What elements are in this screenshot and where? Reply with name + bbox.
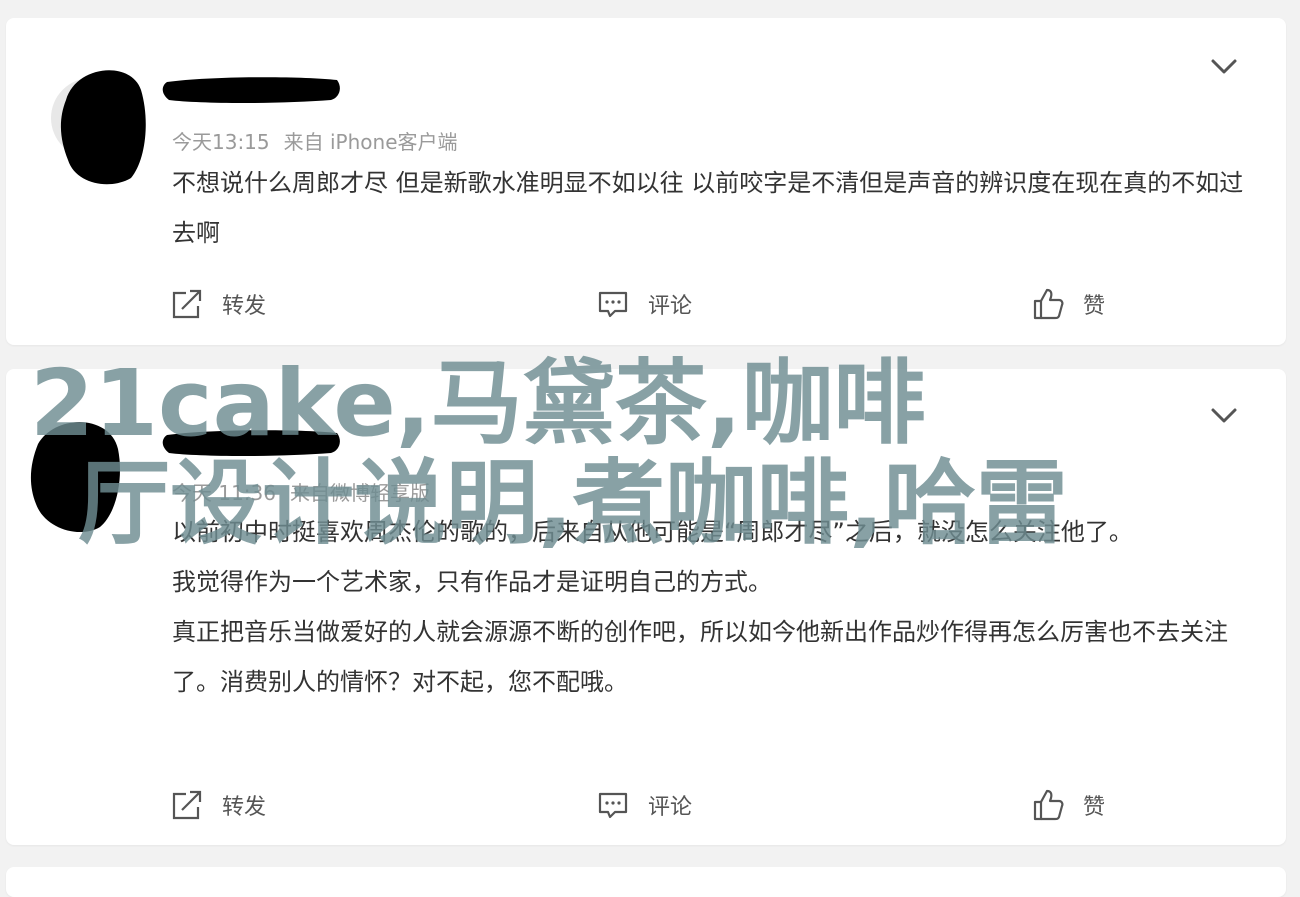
- comment-icon: [598, 792, 628, 819]
- like-button[interactable]: 赞: [1031, 284, 1105, 324]
- avatar[interactable]: [20, 409, 130, 539]
- post-card: [6, 867, 1286, 897]
- post-source: 来自 iPhone客户端: [283, 130, 458, 154]
- post-card: 今天 11:36 来自微博轻享版 以前初中时挺喜欢周杰伦的歌的，后来自从他可能是“…: [6, 369, 1286, 845]
- post-timestamp: 今天 11:36: [172, 481, 276, 505]
- chevron-down-icon[interactable]: [1210, 407, 1238, 425]
- share-button[interactable]: 转发: [170, 785, 266, 825]
- post-paragraph: 以前初中时挺喜欢周杰伦的歌的，后来自从他可能是“周郎才尽”之后，就没怎么关注他了…: [172, 518, 1133, 546]
- post-actions: 转发 评论 赞: [6, 284, 1286, 324]
- username-redacted[interactable]: [161, 427, 343, 457]
- post-paragraph: 不想说什么周郎才尽 但是新歌水准明显不如以往 以前咬字是不清但是声音的辨识度在现…: [172, 169, 1244, 247]
- post-paragraph: 真正把音乐当做爱好的人就会源源不断的创作吧，所以如今他新出作品炒作得再怎么厉害也…: [172, 618, 1228, 696]
- thumbs-up-icon: [1033, 789, 1064, 821]
- comment-icon: [598, 291, 628, 318]
- comment-button[interactable]: 评论: [596, 785, 692, 825]
- post-content: 以前初中时挺喜欢周杰伦的歌的，后来自从他可能是“周郎才尽”之后，就没怎么关注他了…: [172, 507, 1247, 707]
- avatar[interactable]: [46, 60, 156, 190]
- share-button[interactable]: 转发: [170, 284, 266, 324]
- share-icon: [172, 289, 202, 319]
- post-meta: 今天13:15 来自 iPhone客户端: [172, 126, 458, 155]
- post-card: 今天13:15 来自 iPhone客户端 不想说什么周郎才尽 但是新歌水准明显不如…: [6, 18, 1286, 345]
- share-icon: [172, 790, 202, 820]
- post-actions: 转发 评论 赞: [6, 785, 1286, 825]
- comment-button[interactable]: 评论: [596, 284, 692, 324]
- like-button[interactable]: 赞: [1031, 785, 1105, 825]
- chevron-down-icon[interactable]: [1210, 58, 1238, 76]
- like-label: 赞: [1083, 294, 1106, 319]
- username-redacted[interactable]: [161, 74, 343, 104]
- post-content: 不想说什么周郎才尽 但是新歌水准明显不如以往 以前咬字是不清但是声音的辨识度在现…: [172, 158, 1247, 258]
- post-source: 来自微博轻享版: [290, 481, 430, 505]
- thumbs-up-icon: [1033, 288, 1064, 320]
- comment-label: 评论: [648, 294, 693, 319]
- comment-label: 评论: [648, 795, 693, 820]
- share-label: 转发: [222, 795, 267, 820]
- post-meta: 今天 11:36 来自微博轻享版: [172, 477, 430, 506]
- post-paragraph: 我觉得作为一个艺术家，只有作品才是证明自己的方式。: [172, 568, 772, 596]
- share-label: 转发: [222, 294, 267, 319]
- post-timestamp: 今天13:15: [172, 130, 270, 154]
- like-label: 赞: [1083, 795, 1106, 820]
